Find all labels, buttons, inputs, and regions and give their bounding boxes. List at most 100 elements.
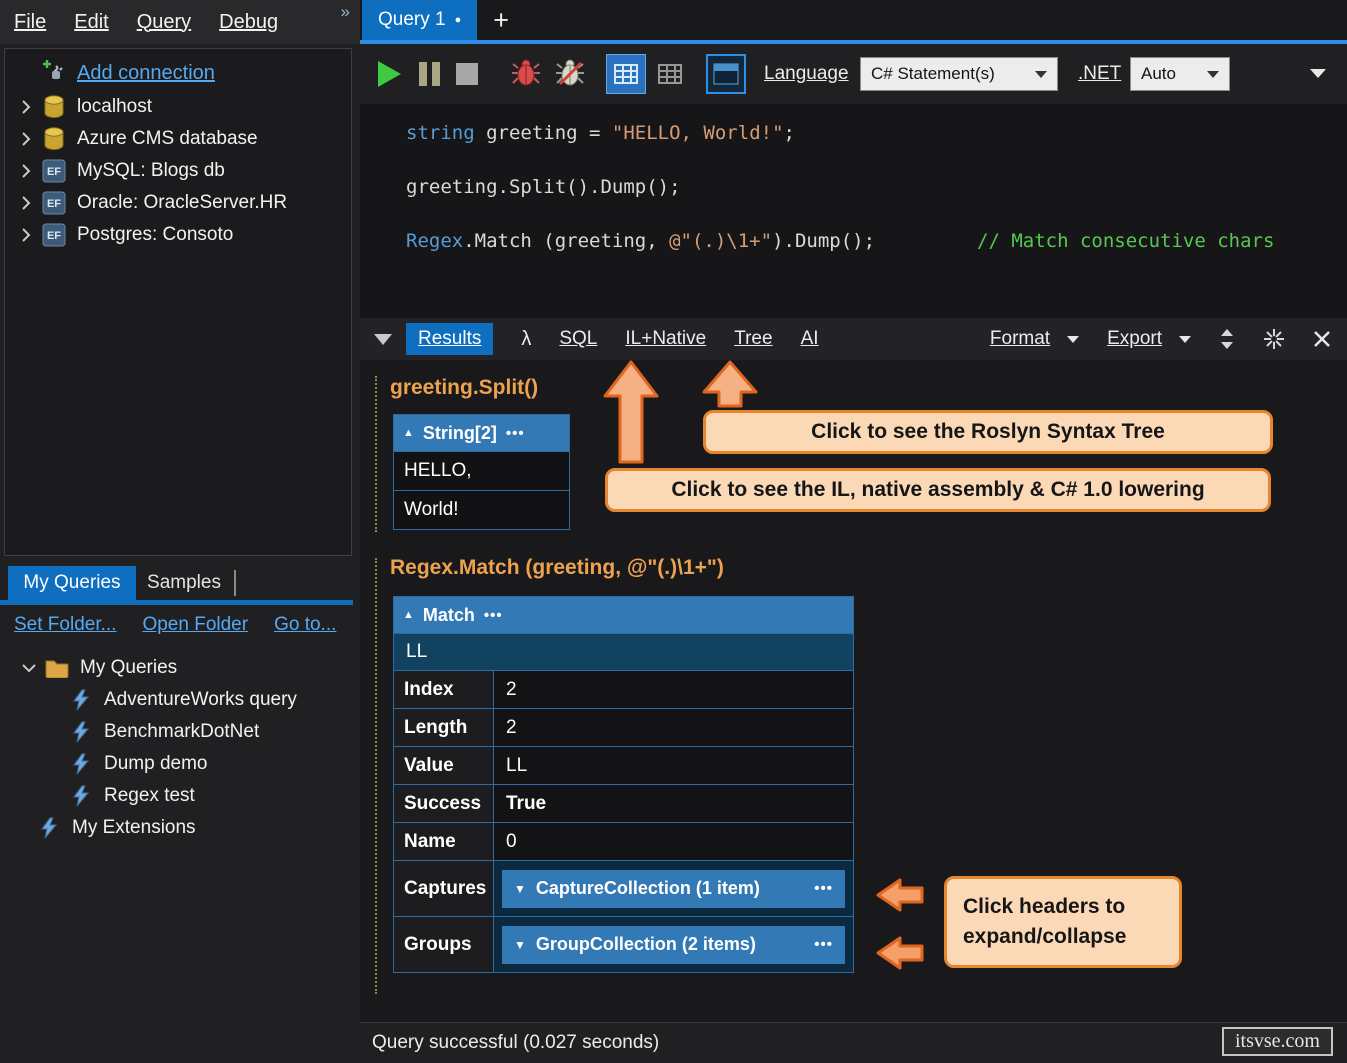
query-tab-bar: Query 1 ● + — [360, 0, 1347, 40]
connection-mysql-blogs[interactable]: EF MySQL: Blogs db — [5, 155, 351, 187]
go-to-link[interactable]: Go to... — [274, 614, 336, 636]
table-row: Value LL — [394, 746, 853, 784]
add-connection-row[interactable]: Add connection — [5, 55, 351, 91]
folder-icon — [44, 656, 70, 680]
capture-collection-expander[interactable]: ▼ CaptureCollection (1 item) ••• — [502, 870, 845, 908]
chevron-right-icon[interactable] — [15, 100, 37, 114]
ellipsis-menu-icon[interactable]: ••• — [484, 607, 503, 624]
tab-tree[interactable]: Tree — [734, 328, 772, 350]
collapse-results-chevron-icon[interactable] — [374, 334, 392, 345]
menu-debug[interactable]: Debug — [205, 11, 292, 34]
tree-item-benchmarkdotnet[interactable]: BenchmarkDotNet — [0, 716, 360, 748]
new-tab-button[interactable]: + — [477, 0, 525, 40]
menu-overflow-icon[interactable]: » — [341, 0, 350, 22]
connections-panel: Add connection localhost — [4, 48, 352, 556]
connection-postgres-consoto[interactable]: EF Postgres: Consoto — [5, 219, 351, 251]
export-menu-button[interactable]: Export — [1107, 328, 1191, 350]
match-table-header[interactable]: ▲ Match ••• — [394, 597, 853, 633]
collapse-gutter-line[interactable] — [375, 558, 377, 994]
tab-ai[interactable]: AI — [801, 328, 819, 350]
ellipsis-menu-icon[interactable]: ••• — [506, 425, 525, 442]
tab-lambda[interactable]: λ — [521, 328, 531, 351]
callout-roslyn-tree: Click to see the Roslyn Syntax Tree — [703, 410, 1273, 454]
ellipsis-menu-icon[interactable]: ••• — [814, 936, 833, 953]
table-row: World! — [394, 490, 569, 529]
code-token: = — [589, 122, 612, 144]
entity-framework-icon: EF — [41, 159, 67, 183]
tab-results[interactable]: Results — [406, 323, 493, 355]
code-editor[interactable]: string greeting = "HELLO, World!"; greet… — [360, 104, 1347, 318]
chevron-right-icon[interactable] — [15, 228, 37, 242]
database-icon — [41, 127, 67, 151]
table-row: HELLO, — [394, 451, 569, 490]
data-grid-results-toggle[interactable] — [650, 54, 690, 94]
rich-text-results-toggle[interactable] — [606, 54, 646, 94]
query-icon — [68, 752, 94, 776]
queries-tabs-accent — [0, 600, 353, 605]
expand-triangle-icon: ▼ — [514, 938, 526, 952]
tree-item-label: BenchmarkDotNet — [104, 721, 259, 743]
callout-text: Click headers to expand/collapse — [963, 892, 1163, 952]
query-icon — [68, 784, 94, 808]
entity-framework-icon: EF — [41, 223, 67, 247]
language-select[interactable]: C# Statement(s) — [860, 57, 1058, 91]
match-summary-value: LL — [406, 641, 427, 663]
tab-query-1[interactable]: Query 1 ● — [362, 0, 477, 40]
code-token: ; — [784, 122, 795, 144]
query-icon — [68, 720, 94, 744]
nested-cell: ▼ GroupCollection (2 items) ••• — [494, 917, 853, 972]
chevron-right-icon[interactable] — [15, 196, 37, 210]
toolbar-overflow-chevron[interactable] — [1310, 69, 1326, 78]
results-strip-controls: Format Export — [990, 328, 1331, 350]
set-folder-link[interactable]: Set Folder... — [14, 614, 116, 636]
code-comment: // Match consecutive chars — [977, 230, 1274, 252]
expand-collapse-all-icon[interactable] — [1219, 328, 1235, 350]
tree-item-regex-test[interactable]: Regex test — [0, 780, 360, 812]
menu-file[interactable]: File — [0, 11, 60, 34]
tree-item-my-extensions[interactable]: My Extensions — [0, 812, 360, 844]
chevron-down-icon[interactable] — [18, 663, 40, 673]
group-collection-expander[interactable]: ▼ GroupCollection (2 items) ••• — [502, 926, 845, 964]
tree-item-adventureworks-query[interactable]: AdventureWorks query — [0, 684, 360, 716]
tree-item-label: My Queries — [80, 657, 177, 679]
string-table-header[interactable]: ▲ String[2] ••• — [394, 415, 569, 451]
open-folder-link[interactable]: Open Folder — [142, 614, 248, 636]
prop-name-cell: Captures — [394, 861, 494, 916]
stop-button[interactable] — [456, 63, 478, 85]
close-results-icon[interactable] — [1313, 330, 1331, 348]
starburst-icon[interactable] — [1263, 328, 1285, 350]
menu-edit[interactable]: Edit — [60, 11, 122, 34]
tree-item-my-queries-folder[interactable]: My Queries — [0, 652, 360, 684]
my-queries-tree: My Queries AdventureWorks query Benchmar… — [0, 652, 360, 844]
connection-localhost[interactable]: localhost — [5, 91, 351, 123]
tab-samples[interactable]: Samples — [136, 566, 232, 600]
add-connection-icon — [41, 58, 65, 88]
annotation-arrow-left-groups — [876, 936, 924, 975]
chevron-right-icon[interactable] — [15, 132, 37, 146]
collapse-gutter-line[interactable] — [375, 376, 377, 532]
run-button[interactable] — [374, 58, 404, 90]
chevron-right-icon[interactable] — [15, 164, 37, 178]
tab-my-queries[interactable]: My Queries — [8, 566, 136, 600]
tab-il-native[interactable]: IL+Native — [625, 328, 706, 350]
debug-bug-icon[interactable] — [510, 58, 542, 88]
connection-azure-cms[interactable]: Azure CMS database — [5, 123, 351, 155]
pause-button[interactable] — [416, 61, 442, 87]
table-row: Name 0 — [394, 822, 853, 860]
pane-splitter-handle[interactable] — [234, 570, 236, 596]
dotnet-version-select[interactable]: Auto — [1130, 57, 1230, 91]
capture-collection-label: CaptureCollection (1 item) — [536, 878, 760, 899]
tree-item-dump-demo[interactable]: Dump demo — [0, 748, 360, 780]
collapse-triangle-icon: ▲ — [403, 427, 414, 439]
results-panel-layout-toggle[interactable] — [706, 54, 746, 94]
string-array-table: ▲ String[2] ••• HELLO, World! — [393, 414, 570, 530]
tab-sql[interactable]: SQL — [559, 328, 597, 350]
menu-query[interactable]: Query — [123, 11, 205, 34]
break-on-exception-bug-icon[interactable] — [554, 58, 586, 88]
ellipsis-menu-icon[interactable]: ••• — [814, 880, 833, 897]
connection-oracle-hr[interactable]: EF Oracle: OracleServer.HR — [5, 187, 351, 219]
prop-name-cell: Index — [394, 671, 494, 708]
format-menu-button[interactable]: Format — [990, 328, 1079, 350]
table-row-captures: Captures ▼ CaptureCollection (1 item) ••… — [394, 860, 853, 916]
entity-framework-icon: EF — [41, 191, 67, 215]
